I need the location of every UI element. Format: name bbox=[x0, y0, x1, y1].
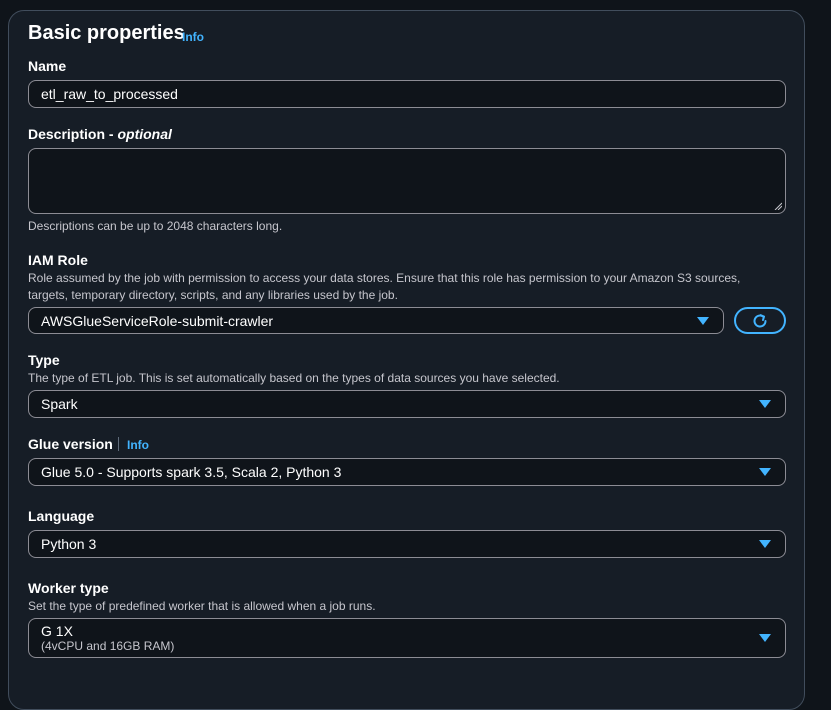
name-input[interactable]: etl_raw_to_processed bbox=[28, 80, 786, 108]
type-label: Type bbox=[28, 352, 60, 368]
worker-type-label: Worker type bbox=[28, 580, 109, 596]
resize-grip-icon[interactable] bbox=[774, 202, 782, 210]
type-desc: The type of ETL job. This is set automat… bbox=[28, 371, 560, 385]
iam-role-desc-line2: targets, temporary directory, scripts, a… bbox=[28, 288, 398, 302]
caret-down-icon bbox=[759, 400, 771, 408]
type-select[interactable]: Spark bbox=[28, 390, 786, 418]
worker-type-selected-detail: (4vCPU and 16GB RAM) bbox=[41, 639, 175, 653]
description-label: Description - optional bbox=[28, 126, 172, 142]
section-title: Basic properties bbox=[28, 22, 185, 45]
worker-type-select[interactable]: G 1X (4vCPU and 16GB RAM) bbox=[28, 618, 786, 658]
section-title-text: Basic properties bbox=[28, 22, 185, 44]
iam-role-select[interactable]: AWSGlueServiceRole-submit-crawler bbox=[28, 307, 724, 334]
label-divider bbox=[118, 437, 119, 451]
glue-version-info-link[interactable]: Info bbox=[127, 438, 149, 452]
glue-version-select[interactable]: Glue 5.0 - Supports spark 3.5, Scala 2, … bbox=[28, 458, 786, 486]
description-optional-label: optional bbox=[117, 126, 172, 142]
type-selected-value: Spark bbox=[41, 396, 78, 412]
iam-role-label: IAM Role bbox=[28, 252, 88, 268]
worker-type-selected-value: G 1X bbox=[41, 623, 73, 639]
worker-type-desc: Set the type of predefined worker that i… bbox=[28, 599, 376, 613]
description-textarea[interactable] bbox=[28, 148, 786, 214]
name-label: Name bbox=[28, 58, 67, 74]
iam-role-refresh-button[interactable] bbox=[734, 307, 786, 334]
description-hint: Descriptions can be up to 2048 character… bbox=[28, 219, 283, 233]
section-info-link[interactable]: Info bbox=[182, 30, 204, 44]
language-select[interactable]: Python 3 bbox=[28, 530, 786, 558]
description-label-text: Description - bbox=[28, 126, 118, 142]
iam-role-selected-value: AWSGlueServiceRole-submit-crawler bbox=[41, 312, 274, 329]
caret-down-icon bbox=[759, 540, 771, 548]
language-label: Language bbox=[28, 508, 95, 524]
glue-version-label: Glue version bbox=[28, 436, 113, 452]
caret-down-icon bbox=[697, 316, 709, 325]
iam-role-desc-line1: Role assumed by the job with permission … bbox=[28, 271, 741, 285]
language-selected-value: Python 3 bbox=[41, 536, 97, 552]
name-input-value: etl_raw_to_processed bbox=[41, 86, 178, 102]
caret-down-icon bbox=[759, 468, 771, 476]
glue-version-selected-value: Glue 5.0 - Supports spark 3.5, Scala 2, … bbox=[41, 464, 342, 480]
caret-down-icon bbox=[759, 634, 771, 642]
refresh-icon bbox=[753, 313, 767, 327]
